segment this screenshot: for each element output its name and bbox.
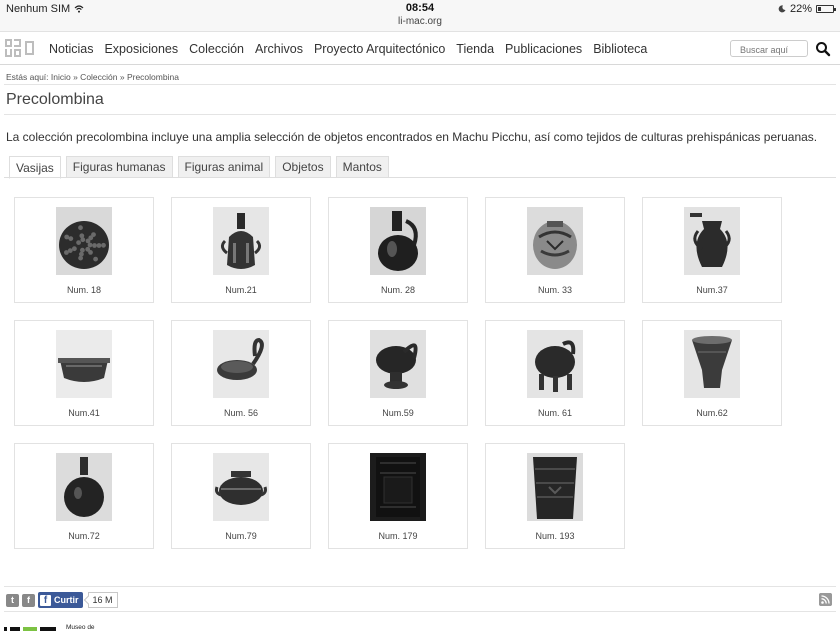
share-bar: t f f Curtir 16 M xyxy=(6,591,118,609)
collection-item-card[interactable]: Num. 61 xyxy=(485,320,625,426)
artifact-label[interactable]: Num. 56 xyxy=(172,408,310,418)
facebook-like-label: Curtir xyxy=(54,595,79,605)
divider xyxy=(4,114,836,115)
battery-status: 22% xyxy=(778,3,836,15)
status-bar: Nenhum SIM 08:54 li-mac.org 22% xyxy=(0,0,840,32)
footer-logo xyxy=(4,622,56,631)
tabs-baseline xyxy=(4,177,836,178)
artifact-label[interactable]: Num. 179 xyxy=(329,531,467,541)
main-navigation: Noticias Exposiciones Colección Archivos Pro… xyxy=(0,33,840,65)
artifact-photo[interactable] xyxy=(527,330,583,398)
collection-item-card[interactable]: Num. 179 xyxy=(328,443,468,549)
artifact-photo[interactable] xyxy=(527,207,583,275)
artifact-photo[interactable] xyxy=(213,207,269,275)
collection-item-card[interactable]: Num. 33 xyxy=(485,197,625,303)
museum-logo[interactable] xyxy=(5,39,39,59)
facebook-like-button[interactable]: f Curtir xyxy=(38,592,83,608)
artifact-label[interactable]: Num. 33 xyxy=(486,285,624,295)
artifact-label[interactable]: Num.62 xyxy=(643,408,781,418)
collection-item-card[interactable]: Num. 56 xyxy=(171,320,311,426)
nav-item-noticias[interactable]: Noticias xyxy=(49,42,93,56)
battery-icon xyxy=(816,5,836,13)
artifact-photo[interactable] xyxy=(684,330,740,398)
artifact-photo[interactable] xyxy=(56,330,112,398)
divider xyxy=(4,84,836,85)
collection-item-card[interactable]: Num.37 xyxy=(642,197,782,303)
nav-item-proyecto-arquitectónico[interactable]: Proyecto Arquitectónico xyxy=(314,42,445,56)
artifact-label[interactable]: Num. 61 xyxy=(486,408,624,418)
address-bar-url[interactable]: li-mac.org xyxy=(0,16,840,27)
battery-percent: 22% xyxy=(789,3,812,15)
tab-figuras-humanas[interactable]: Figuras humanas xyxy=(65,156,173,178)
nav-item-archivos[interactable]: Archivos xyxy=(255,42,303,56)
artifact-photo[interactable] xyxy=(370,330,426,398)
collection-item-card[interactable]: Num.62 xyxy=(642,320,782,426)
artifact-photo[interactable] xyxy=(213,453,269,521)
nav-item-publicaciones[interactable]: Publicaciones xyxy=(505,42,582,56)
category-tabs: Vasijas Figuras humanas Figuras animal Obje… xyxy=(9,156,389,179)
search-icon[interactable] xyxy=(815,41,831,57)
collection-item-card[interactable]: Num.21 xyxy=(171,197,311,303)
nav-item-tienda[interactable]: Tienda xyxy=(456,42,494,56)
artifact-label[interactable]: Num.72 xyxy=(15,531,153,541)
collection-item-card[interactable]: Num.41 xyxy=(14,320,154,426)
artifact-photo[interactable] xyxy=(527,453,583,521)
rss-icon[interactable] xyxy=(819,593,832,606)
artifact-label[interactable]: Num.79 xyxy=(172,531,310,541)
divider xyxy=(4,611,836,612)
collection-item-card[interactable]: Num. 28 xyxy=(328,197,468,303)
like-count: 16 M xyxy=(87,592,118,608)
footer-museum-name: Museo de xyxy=(66,624,95,631)
tab-vasijas[interactable]: Vasijas xyxy=(9,156,61,179)
nav-item-biblioteca[interactable]: Biblioteca xyxy=(593,42,647,56)
artifact-label[interactable]: Num.37 xyxy=(643,285,781,295)
clock: 08:54 xyxy=(405,2,435,14)
facebook-icon: f xyxy=(40,594,51,606)
artifact-photo[interactable] xyxy=(56,453,112,521)
artifact-label[interactable]: Num.59 xyxy=(329,408,467,418)
breadcrumb: Estás aquí: Inicio » Colección » Precolo… xyxy=(6,72,179,82)
artifact-label[interactable]: Num.21 xyxy=(172,285,310,295)
artifact-label[interactable]: Num. 193 xyxy=(486,531,624,541)
artifact-photo[interactable] xyxy=(684,207,740,275)
artifact-photo[interactable] xyxy=(370,207,426,275)
moon-icon xyxy=(778,5,786,13)
facebook-share-icon[interactable]: f xyxy=(22,593,35,607)
collection-item-card[interactable]: Num.59 xyxy=(328,320,468,426)
artifact-photo[interactable] xyxy=(213,330,269,398)
collection-item-card[interactable]: Num. 193 xyxy=(485,443,625,549)
tab-figuras-animal[interactable]: Figuras animal xyxy=(177,156,271,178)
nav-item-colección[interactable]: Colección xyxy=(189,42,244,56)
tab-objetos[interactable]: Objetos xyxy=(275,156,331,178)
collection-item-card[interactable]: Num. 18 xyxy=(14,197,154,303)
artifact-label[interactable]: Num. 18 xyxy=(15,285,153,295)
nav-menu: Noticias Exposiciones Colección Archivos Pro… xyxy=(49,33,647,65)
search-input[interactable] xyxy=(730,40,808,57)
collection-intro: La colección precolombina incluye una am… xyxy=(6,130,818,144)
divider xyxy=(4,586,836,587)
tab-mantos[interactable]: Mantos xyxy=(335,156,389,178)
nav-item-exposiciones[interactable]: Exposiciones xyxy=(104,42,178,56)
twitter-icon[interactable]: t xyxy=(6,593,19,607)
artifact-photo[interactable] xyxy=(56,207,112,275)
page-title: Precolombina xyxy=(6,91,104,108)
artifact-label[interactable]: Num. 28 xyxy=(329,285,467,295)
collection-item-card[interactable]: Num.79 xyxy=(171,443,311,549)
artifact-photo[interactable] xyxy=(370,453,426,521)
artifact-label[interactable]: Num.41 xyxy=(15,408,153,418)
collection-item-card[interactable]: Num.72 xyxy=(14,443,154,549)
